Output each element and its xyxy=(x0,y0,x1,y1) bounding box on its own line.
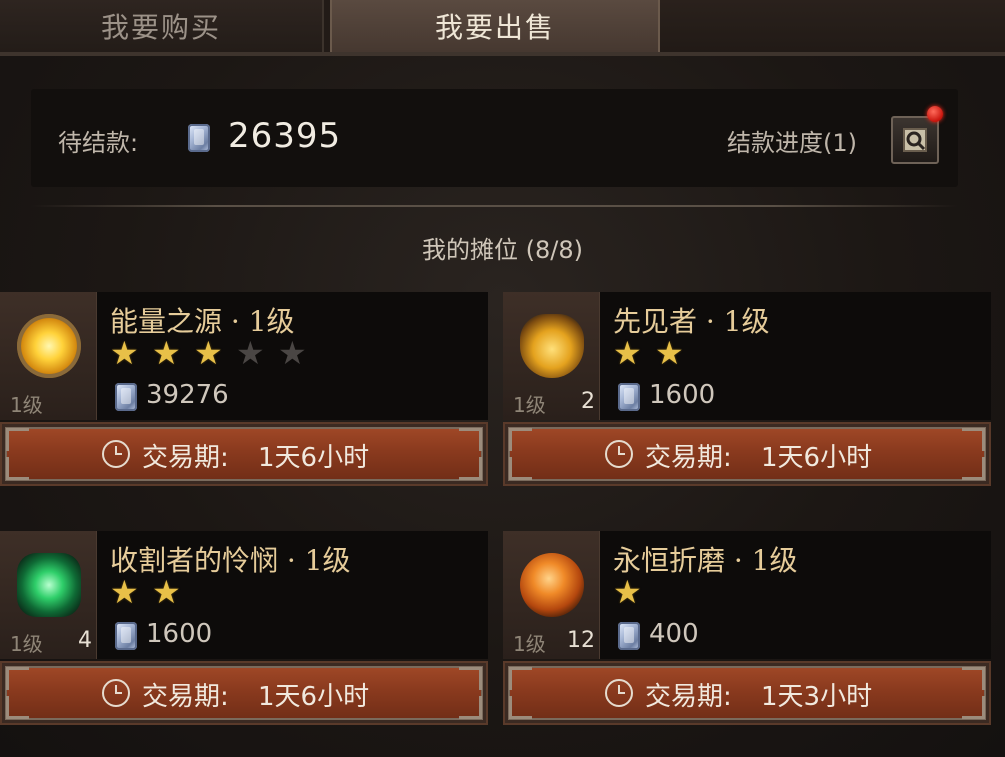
seer-gem-icon xyxy=(520,314,584,378)
star-rating: ★ ★ ★ ★ ★ xyxy=(110,336,320,370)
currency-icon xyxy=(115,622,137,650)
item-name: 收割者的怜悯 · 1级 xyxy=(110,544,351,577)
ornament-corner xyxy=(6,667,29,690)
ornament-corner xyxy=(962,428,985,451)
clock-icon xyxy=(605,440,633,468)
trade-period-value: 1天6小时 xyxy=(258,443,370,473)
ornament-corner xyxy=(509,667,532,690)
tab-bar: 我要购买 我要出售 xyxy=(0,0,1005,56)
item-price: 1600 xyxy=(146,619,213,649)
star-filled-icon: ★ xyxy=(110,573,139,611)
trade-period-value: 1天3小时 xyxy=(761,682,873,712)
item-price: 400 xyxy=(649,619,699,649)
item-info: 1级 12 永恒折磨 · 1级 ★ 400 xyxy=(503,531,991,659)
trade-period-bar[interactable]: 交易期: 1天6小时 xyxy=(0,422,488,486)
star-filled-icon: ★ xyxy=(194,334,223,372)
pending-label: 待结款: xyxy=(58,129,139,157)
item-price: 1600 xyxy=(649,380,716,410)
star-empty-icon: ★ xyxy=(278,334,307,372)
star-filled-icon: ★ xyxy=(655,334,684,372)
item-icon-slot[interactable]: 1级 12 xyxy=(503,531,600,659)
tab-bar-filler xyxy=(660,0,1005,52)
trade-period-label: 交易期: xyxy=(645,682,732,712)
currency-icon xyxy=(115,383,137,411)
ornament-corner xyxy=(962,457,985,480)
star-filled-icon: ★ xyxy=(152,334,181,372)
tab-buy[interactable]: 我要购买 xyxy=(0,0,324,52)
ornament-corner xyxy=(459,457,482,480)
trade-period-label: 交易期: xyxy=(645,443,732,473)
star-rating: ★ ★ xyxy=(110,575,194,609)
ornament-corner xyxy=(509,457,532,480)
trade-period-value: 1天6小时 xyxy=(761,443,873,473)
clock-icon xyxy=(102,679,130,707)
item-level: 1级 xyxy=(10,393,43,417)
currency-icon xyxy=(618,622,640,650)
star-empty-icon: ★ xyxy=(236,334,265,372)
trade-period-label: 交易期: xyxy=(142,682,229,712)
item-info: 1级 能量之源 · 1级 ★ ★ ★ ★ ★ 39276 xyxy=(0,292,488,420)
ornament-corner xyxy=(459,667,482,690)
item-info: 1级 4 收割者的怜悯 · 1级 ★ ★ 1600 xyxy=(0,531,488,659)
item-count: 12 xyxy=(567,628,595,653)
tab-sell[interactable]: 我要出售 xyxy=(330,0,660,52)
trade-period-bar[interactable]: 交易期: 1天3小时 xyxy=(503,661,991,725)
scroll-search-icon xyxy=(903,128,927,152)
ornament-corner xyxy=(962,696,985,719)
stall-item-card[interactable]: 1级 4 收割者的怜悯 · 1级 ★ ★ 1600 交易期: 1天6小时 xyxy=(0,531,488,731)
item-level: 1级 xyxy=(10,632,43,656)
stall-item-card[interactable]: 1级 能量之源 · 1级 ★ ★ ★ ★ ★ 39276 交易期: 1天6小时 xyxy=(0,292,488,492)
currency-icon xyxy=(188,124,210,152)
ornament-corner xyxy=(509,696,532,719)
item-icon-slot[interactable]: 1级 xyxy=(0,292,97,420)
tab-underline xyxy=(0,52,1005,56)
torment-gem-icon xyxy=(520,553,584,617)
reaper-gem-icon xyxy=(17,553,81,617)
ornament-corner xyxy=(459,696,482,719)
ornament-corner xyxy=(6,457,29,480)
divider xyxy=(31,205,958,207)
stall-item-card[interactable]: 1级 12 永恒折磨 · 1级 ★ 400 交易期: 1天3小时 xyxy=(503,531,991,731)
item-price: 39276 xyxy=(146,380,229,410)
pending-payment-panel: 待结款: 26395 结款进度(1) xyxy=(31,89,958,187)
trade-period-bar[interactable]: 交易期: 1天6小时 xyxy=(0,661,488,725)
ornament-corner xyxy=(6,428,29,451)
star-rating: ★ xyxy=(613,575,655,609)
item-info: 1级 2 先见者 · 1级 ★ ★ 1600 xyxy=(503,292,991,420)
stall-title: 我的摊位 (8/8) xyxy=(422,236,583,264)
item-count: 4 xyxy=(78,628,92,653)
trade-period-value: 1天6小时 xyxy=(258,682,370,712)
ornament-corner xyxy=(6,696,29,719)
star-filled-icon: ★ xyxy=(110,334,139,372)
star-rating: ★ ★ xyxy=(613,336,697,370)
star-filled-icon: ★ xyxy=(613,334,642,372)
item-count: 2 xyxy=(581,389,595,414)
ornament-corner xyxy=(459,428,482,451)
item-icon-slot[interactable]: 1级 4 xyxy=(0,531,97,659)
ornament-corner xyxy=(962,667,985,690)
clock-icon xyxy=(605,679,633,707)
star-filled-icon: ★ xyxy=(613,573,642,611)
item-level: 1级 xyxy=(513,632,546,656)
settlement-progress-button[interactable] xyxy=(891,116,939,164)
trade-period-bar[interactable]: 交易期: 1天6小时 xyxy=(503,422,991,486)
notification-dot xyxy=(927,106,943,122)
energy-gem-icon xyxy=(17,314,81,378)
item-level: 1级 xyxy=(513,393,546,417)
trade-period-label: 交易期: xyxy=(142,443,229,473)
stall-item-card[interactable]: 1级 2 先见者 · 1级 ★ ★ 1600 交易期: 1天6小时 xyxy=(503,292,991,492)
ornament-corner xyxy=(509,428,532,451)
settlement-progress-label: 结款进度(1) xyxy=(727,129,857,157)
currency-icon xyxy=(618,383,640,411)
star-filled-icon: ★ xyxy=(152,573,181,611)
pending-amount: 26395 xyxy=(228,116,342,156)
item-icon-slot[interactable]: 1级 2 xyxy=(503,292,600,420)
clock-icon xyxy=(102,440,130,468)
